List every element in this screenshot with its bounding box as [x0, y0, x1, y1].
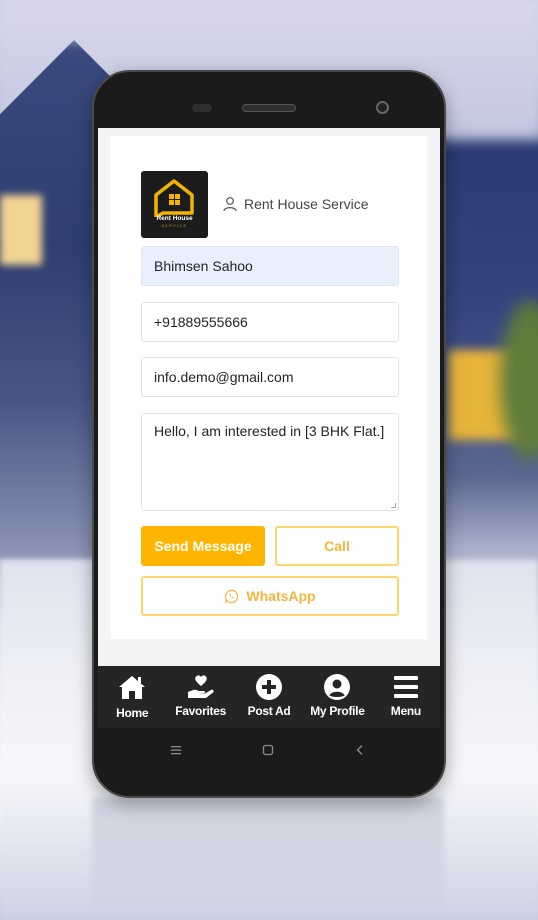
nav-label-post-ad: Post Ad: [247, 704, 291, 718]
phone-reflection: [92, 798, 444, 920]
app-screen: Rent House SERVICE Rent House Service Bh…: [98, 128, 440, 728]
nav-label-home: Home: [116, 706, 149, 720]
home-button-icon[interactable]: [262, 744, 274, 756]
logo-text: Rent House: [156, 214, 193, 222]
phone-input-value: +91889555666: [154, 314, 248, 330]
background-window-left: [0, 195, 42, 265]
heart-hand-icon: [187, 675, 214, 698]
message-textarea-value: Hello, I am interested in [3 BHK Flat.]: [154, 423, 385, 439]
user-circle-icon: [324, 674, 351, 700]
nav-label-favorites: Favorites: [175, 704, 226, 718]
back-button-icon[interactable]: [354, 744, 366, 756]
whatsapp-label: WhatsApp: [246, 588, 316, 604]
phone-bottom-bezel: [94, 728, 444, 798]
house-logo-icon: [154, 178, 194, 217]
front-camera: [376, 101, 389, 114]
send-message-label: Send Message: [154, 538, 252, 554]
plus-circle-icon: [256, 674, 283, 700]
nav-item-my-profile[interactable]: My Profile: [303, 666, 371, 728]
call-label: Call: [324, 538, 350, 554]
call-button[interactable]: Call: [275, 526, 399, 566]
earpiece-speaker: [242, 104, 296, 112]
brand-name: Rent House Service: [244, 196, 369, 212]
whatsapp-button[interactable]: WhatsApp: [141, 576, 399, 616]
user-icon: [223, 197, 237, 212]
brand-label: Rent House Service: [222, 196, 369, 212]
logo-subtext: SERVICE: [161, 223, 188, 228]
whatsapp-icon: [225, 589, 239, 603]
name-input-value: Bhimsen Sahoo: [154, 258, 253, 274]
contact-card: Rent House SERVICE Rent House Service Bh…: [111, 136, 427, 639]
email-input-value: info.demo@gmail.com: [154, 369, 294, 385]
phone-input[interactable]: +91889555666: [141, 302, 399, 342]
home-icon: [119, 676, 146, 699]
nav-item-favorites[interactable]: Favorites: [166, 666, 234, 728]
proximity-sensor: [192, 104, 212, 112]
nav-item-post-ad[interactable]: Post Ad: [235, 666, 303, 728]
hamburger-icon: [393, 676, 418, 698]
nav-item-home[interactable]: Home: [98, 666, 166, 728]
phone-top-bezel: [94, 72, 444, 128]
brand-logo: Rent House SERVICE: [141, 170, 208, 238]
email-input[interactable]: info.demo@gmail.com: [141, 357, 399, 397]
send-message-button[interactable]: Send Message: [141, 526, 265, 566]
name-input[interactable]: Bhimsen Sahoo: [141, 246, 399, 286]
brand-header: Rent House SERVICE Rent House Service: [141, 170, 369, 238]
nav-label-my-profile: My Profile: [310, 704, 365, 718]
nav-item-menu[interactable]: Menu: [372, 666, 440, 728]
nav-label-menu: Menu: [390, 704, 421, 718]
textarea-resize-handle[interactable]: [391, 503, 396, 508]
bottom-navigation: Home Favorites Post Ad My Profile Menu: [98, 666, 440, 728]
recents-button-icon[interactable]: [170, 744, 182, 756]
phone-frame: Rent House SERVICE Rent House Service Bh…: [92, 70, 446, 798]
message-textarea[interactable]: Hello, I am interested in [3 BHK Flat.]: [141, 413, 399, 511]
